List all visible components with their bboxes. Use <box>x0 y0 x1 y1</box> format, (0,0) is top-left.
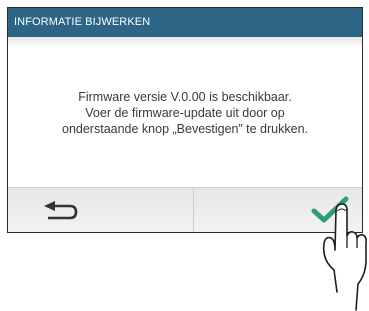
update-dialog: INFORMATIE BIJWERKEN Firmware versie V.0… <box>7 7 363 233</box>
back-arrow-icon <box>44 201 78 220</box>
button-bar <box>8 187 362 232</box>
message-line-1: Firmware versie V.0.00 is beschikbaar. <box>78 90 292 104</box>
dialog-title: INFORMATIE BIJWERKEN <box>8 8 362 37</box>
message-line-2: Voer de firmware-update uit door op <box>85 106 285 120</box>
pointing-hand-icon <box>322 203 367 311</box>
dialog-message: Firmware versie V.0.00 is beschikbaar. V… <box>8 89 362 137</box>
dialog-content: Firmware versie V.0.00 is beschikbaar. V… <box>8 37 362 187</box>
message-line-3: onderstaande knop „Bevestigen” te drukke… <box>62 122 308 136</box>
back-button[interactable] <box>8 188 194 232</box>
content-shade <box>8 37 362 47</box>
